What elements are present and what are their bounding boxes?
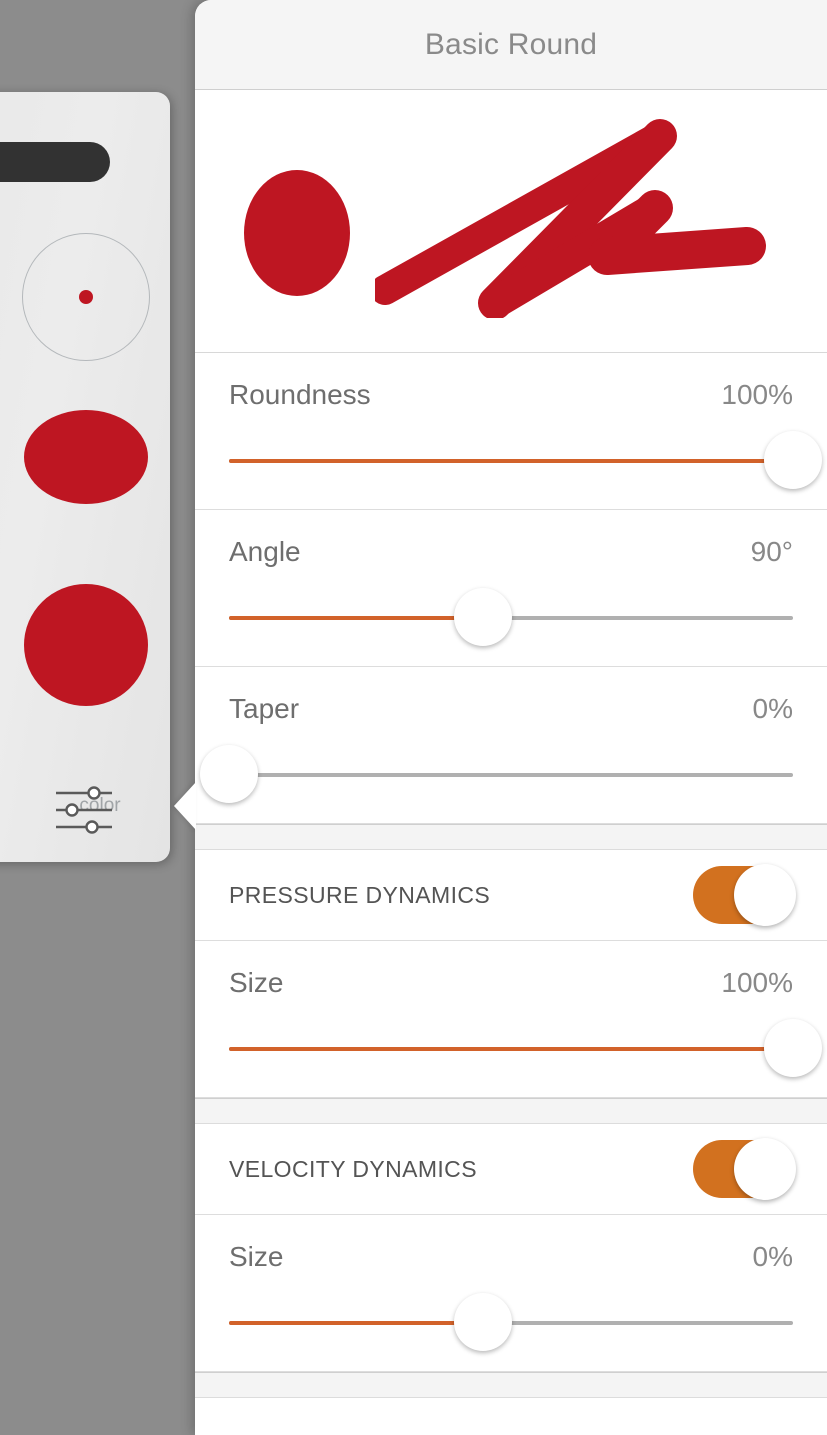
row-velocity-size: Size 0% bbox=[195, 1215, 827, 1372]
active-tool-bar[interactable] bbox=[0, 142, 110, 182]
pressure-dynamics-toggle[interactable] bbox=[693, 864, 796, 926]
row-roundness-value: 100% bbox=[721, 379, 793, 410]
slider-roundness-fill bbox=[229, 459, 793, 463]
row-taper: Taper 0% bbox=[195, 667, 827, 824]
slider-pressure-size-fill bbox=[229, 1047, 793, 1051]
pressure-dynamics-label: PRESSURE DYNAMICS bbox=[229, 881, 491, 908]
section-separator-3 bbox=[195, 1372, 827, 1398]
sliders-icon[interactable] bbox=[54, 784, 114, 836]
slider-velocity-size-knob[interactable] bbox=[453, 1293, 512, 1351]
slider-taper-track[interactable] bbox=[229, 773, 793, 777]
row-velocity-size-head: Size 0% bbox=[229, 1215, 793, 1273]
row-roundness-label: Roundness bbox=[229, 379, 371, 410]
brush-preview-dot bbox=[244, 170, 350, 296]
tool-sidebar: size opacity color bbox=[0, 92, 170, 862]
row-pressure-size: Size 100% bbox=[195, 941, 827, 1098]
slider-pressure-size-knob[interactable] bbox=[764, 1019, 822, 1077]
row-velocity-size-label: Size bbox=[229, 1241, 284, 1272]
page-title: Basic Round bbox=[424, 27, 598, 61]
slider-taper-knob[interactable] bbox=[200, 745, 258, 803]
slider-pressure-size[interactable] bbox=[229, 1001, 822, 1097]
slider-angle-knob[interactable] bbox=[453, 588, 512, 646]
slider-roundness[interactable] bbox=[229, 413, 822, 509]
row-pressure-dynamics[interactable]: PRESSURE DYNAMICS bbox=[195, 850, 827, 941]
opacity-swatch[interactable] bbox=[24, 410, 148, 504]
row-velocity-dynamics[interactable]: VELOCITY DYNAMICS bbox=[195, 1124, 827, 1215]
row-pressure-size-head: Size 100% bbox=[229, 941, 793, 999]
section-separator-2 bbox=[195, 1098, 827, 1124]
row-pressure-size-value: 100% bbox=[721, 967, 793, 998]
brush-preview-stroke bbox=[370, 118, 775, 323]
velocity-dynamics-toggle[interactable] bbox=[693, 1138, 796, 1200]
brush-settings-panel: Basic Round Roundness 100% Angle 90° Tap… bbox=[195, 0, 827, 1435]
pressure-dynamics-toggle-knob bbox=[734, 864, 796, 926]
row-taper-value: 0% bbox=[752, 693, 793, 724]
slider-velocity-size[interactable] bbox=[229, 1275, 793, 1371]
row-angle: Angle 90° bbox=[195, 510, 827, 667]
row-angle-value: 90° bbox=[750, 536, 793, 567]
popover-arrow bbox=[174, 782, 196, 830]
row-roundness-head: Roundness 100% bbox=[229, 353, 793, 411]
velocity-dynamics-label: VELOCITY DYNAMICS bbox=[229, 1155, 477, 1182]
reset-brush-button[interactable]: Reset Brush bbox=[195, 1398, 827, 1435]
row-taper-head: Taper 0% bbox=[229, 667, 793, 725]
row-pressure-size-label: Size bbox=[229, 967, 284, 998]
row-taper-label: Taper bbox=[229, 693, 300, 724]
color-swatch[interactable] bbox=[24, 584, 148, 706]
slider-velocity-size-fill bbox=[229, 1321, 483, 1325]
slider-angle[interactable] bbox=[229, 570, 793, 666]
row-roundness: Roundness 100% bbox=[195, 353, 827, 510]
slider-taper[interactable] bbox=[200, 727, 793, 823]
row-velocity-size-value: 0% bbox=[752, 1241, 793, 1272]
row-angle-label: Angle bbox=[229, 536, 301, 567]
slider-angle-fill bbox=[229, 616, 483, 620]
velocity-dynamics-toggle-knob bbox=[734, 1138, 796, 1200]
slider-roundness-knob[interactable] bbox=[764, 431, 822, 489]
size-preview-ring[interactable] bbox=[22, 233, 150, 361]
panel-header: Basic Round bbox=[195, 0, 827, 90]
brush-preview bbox=[195, 90, 827, 353]
size-preview-dot bbox=[79, 290, 93, 304]
row-angle-head: Angle 90° bbox=[229, 510, 793, 568]
section-separator-1 bbox=[195, 824, 827, 850]
